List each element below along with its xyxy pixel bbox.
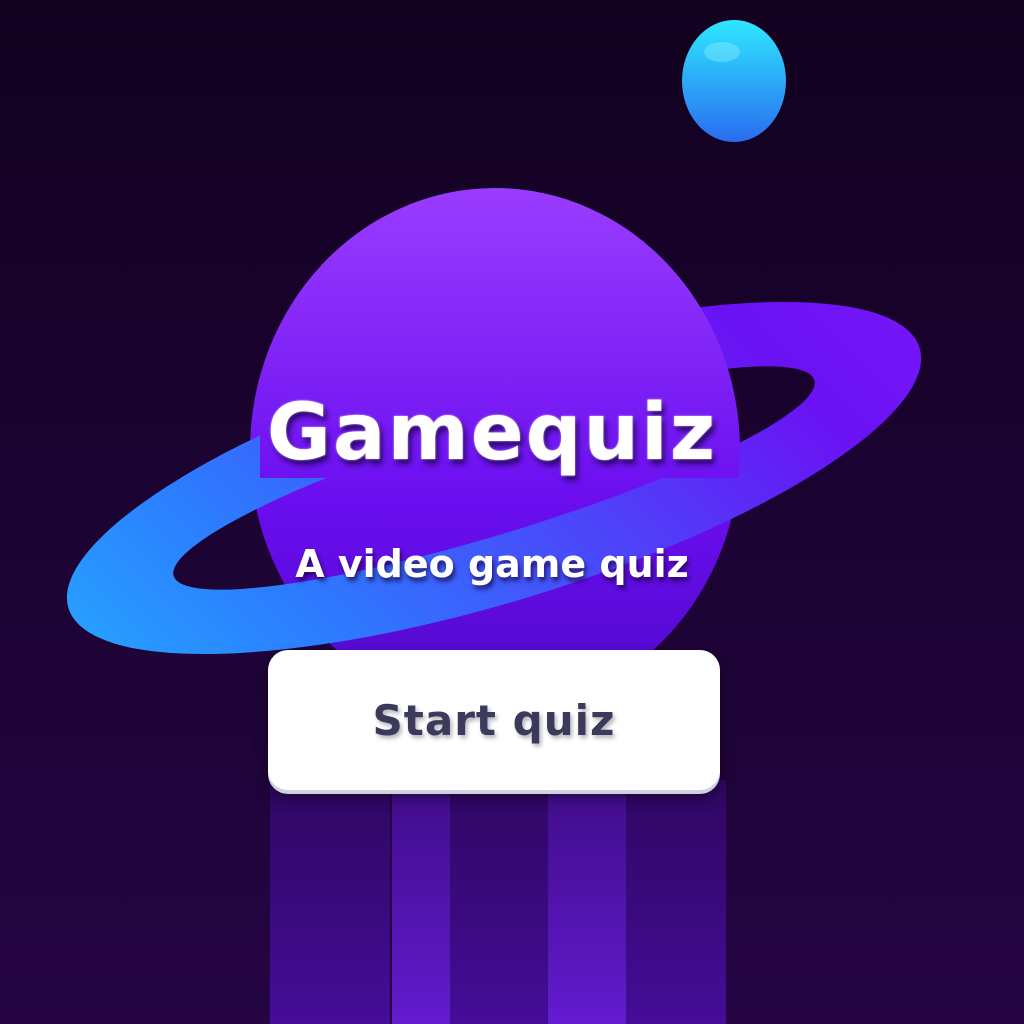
game-title: Gamequiz — [266, 388, 718, 478]
game-subtitle: A video game quiz — [295, 542, 689, 586]
title-screen: Gamequiz A video game quiz Start quiz — [0, 0, 1024, 1024]
space-illustration — [0, 0, 1024, 1024]
start-quiz-button[interactable]: Start quiz — [268, 650, 720, 790]
